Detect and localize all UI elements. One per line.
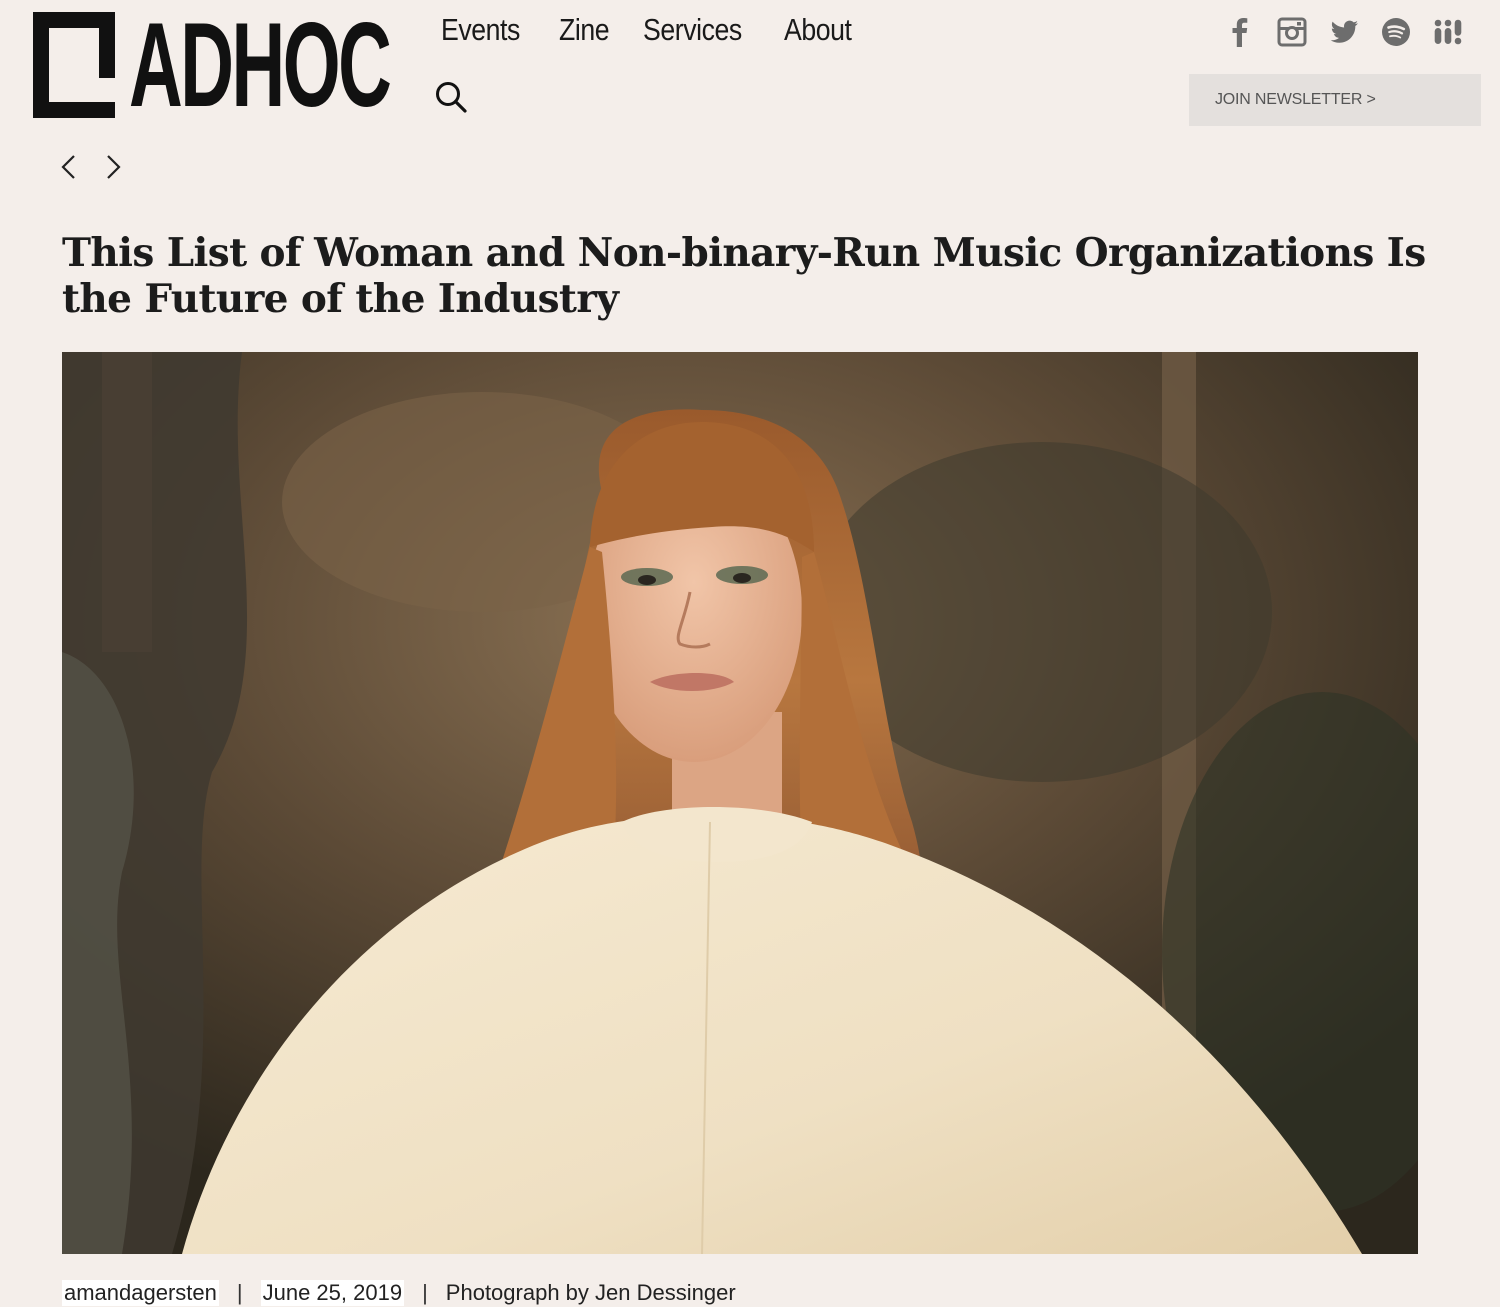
next-arrow-icon[interactable] bbox=[102, 152, 124, 182]
byline-separator: | bbox=[236, 1280, 243, 1305]
join-newsletter-button[interactable]: JOIN NEWSLETTER > bbox=[1189, 74, 1481, 126]
search-icon[interactable] bbox=[434, 80, 468, 114]
logo-wordmark: ADHOC bbox=[129, 0, 392, 132]
previous-arrow-icon[interactable] bbox=[58, 152, 80, 182]
nav-zine[interactable]: Zine bbox=[559, 12, 610, 48]
publish-date: June 25, 2019 bbox=[260, 1280, 405, 1306]
author-link[interactable]: amandagersten bbox=[62, 1280, 219, 1306]
nav-events[interactable]: Events bbox=[441, 12, 520, 48]
post-navigation bbox=[58, 152, 124, 182]
photo-credit: Photograph by Jen Dessinger bbox=[445, 1280, 736, 1305]
article-title: This List of Woman and Non-binary-Run Mu… bbox=[62, 230, 1426, 322]
logo-mark-icon bbox=[33, 12, 115, 118]
article-byline: amandagersten | June 25, 2019 | Photogra… bbox=[62, 1280, 736, 1306]
main-nav: Events Zine Services About bbox=[441, 12, 862, 48]
twitter-icon[interactable] bbox=[1328, 16, 1360, 48]
hero-photograph bbox=[62, 352, 1418, 1254]
nav-about[interactable]: About bbox=[784, 12, 852, 48]
bandcamp-icon[interactable] bbox=[1432, 16, 1464, 48]
social-links bbox=[1224, 16, 1464, 48]
byline-separator: | bbox=[422, 1280, 428, 1305]
nav-services[interactable]: Services bbox=[643, 12, 742, 48]
site-logo[interactable]: ADHOC bbox=[33, 0, 392, 132]
facebook-icon[interactable] bbox=[1224, 16, 1256, 48]
spotify-icon[interactable] bbox=[1380, 16, 1412, 48]
instagram-icon[interactable] bbox=[1276, 16, 1308, 48]
